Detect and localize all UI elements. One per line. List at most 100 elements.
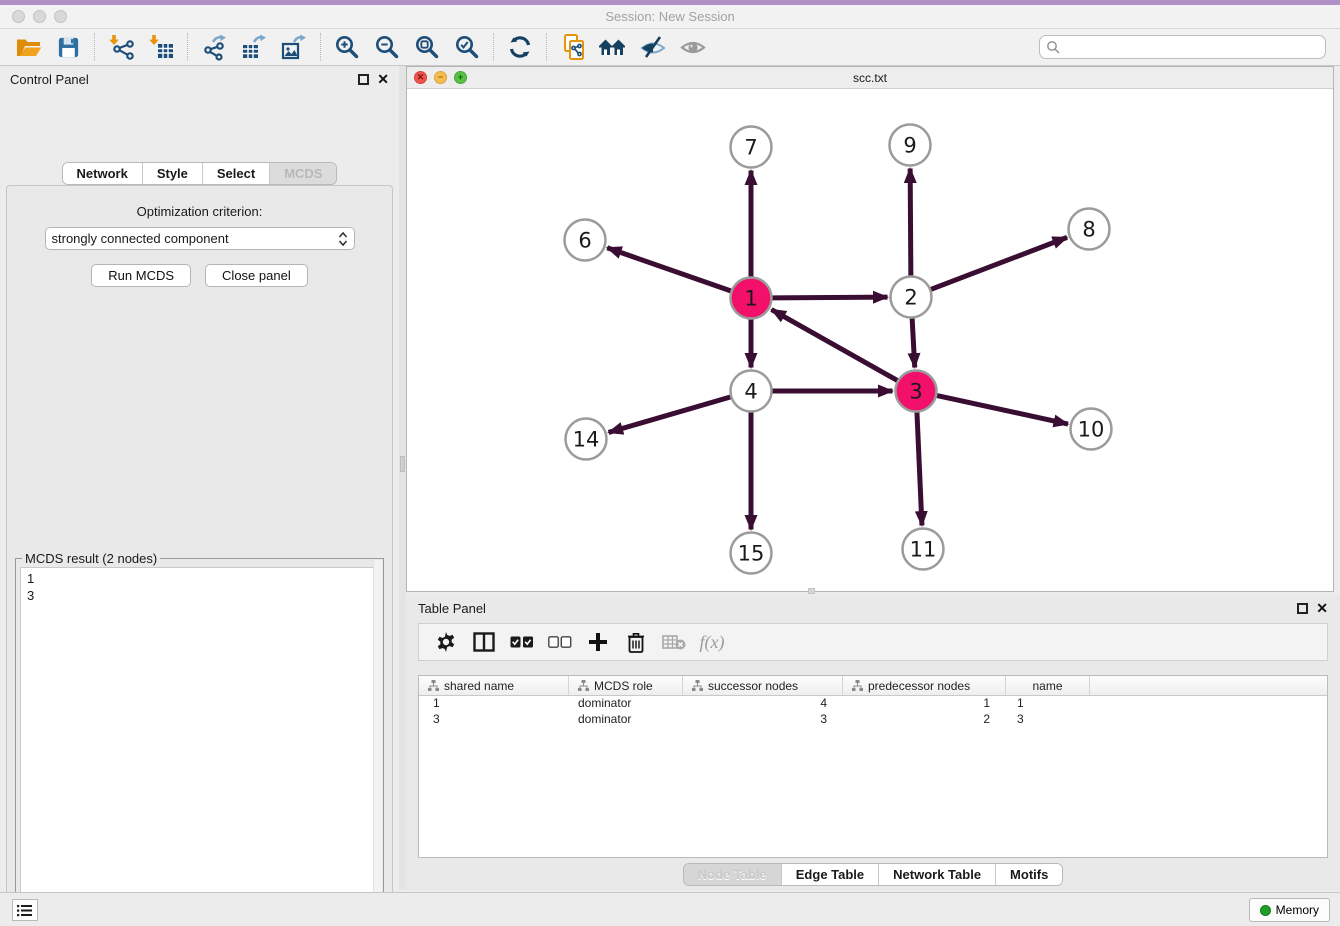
toolbar-separator [546,33,547,61]
float-panel-icon[interactable] [1297,603,1308,614]
export-table-icon [241,34,268,61]
checked-boxes-icon [510,636,534,648]
network-canvas[interactable]: 7968124314101511 [407,89,1333,591]
result-scrollbar[interactable] [373,560,382,926]
table-cell[interactable]: dominator [569,712,683,728]
mcds-result-box: MCDS result (2 nodes) 1 3 [15,558,384,926]
table-panel-title: Table Panel [418,601,1297,616]
tab-style[interactable]: Style [143,163,203,184]
zoom-in-button[interactable] [327,31,367,63]
tab-network[interactable]: Network [63,163,143,184]
run-mcds-button[interactable]: Run MCDS [91,264,191,287]
toolbar-separator [493,33,494,61]
table-cell[interactable]: 4 [683,696,843,712]
close-panel-button[interactable]: Close panel [205,264,308,287]
split-view-button[interactable] [467,627,501,657]
column-header-label: successor nodes [708,679,798,693]
close-panel-icon[interactable]: ✕ [377,74,389,85]
task-history-button[interactable] [12,899,38,921]
vertical-splitter[interactable] [399,66,406,890]
control-panel: Control Panel ✕ Network Style Select MCD… [0,66,399,890]
tab-network-table[interactable]: Network Table [879,864,996,885]
clear-selection-button[interactable] [543,627,577,657]
table-cell[interactable]: 3 [683,712,843,728]
column-header-predecessor-nodes[interactable]: predecessor nodes [843,676,1006,695]
search-input[interactable] [1061,37,1325,57]
column-header-name[interactable]: name [1006,676,1090,695]
edge-2-3[interactable] [912,318,915,367]
network-frame-titlebar[interactable]: ✕ − + scc.txt [407,67,1333,89]
edge-3-1[interactable] [771,310,897,381]
optimization-criterion-label: Optimization criterion: [7,204,392,219]
table-cell[interactable]: 1 [419,696,569,712]
import-network-button[interactable] [101,31,141,63]
tab-mcds[interactable]: MCDS [270,163,336,184]
node-label-10: 10 [1078,418,1105,442]
add-column-button[interactable] [581,627,615,657]
table-cell[interactable]: 1 [1006,696,1090,712]
network-frame-title: scc.txt [853,71,887,85]
table-cell[interactable]: 2 [843,712,1006,728]
edge-3-11[interactable] [917,412,922,525]
save-floppy-icon [56,35,81,60]
table-row[interactable]: 3dominator323 [419,712,1327,728]
tab-motifs[interactable]: Motifs [996,864,1062,885]
column-header-shared-name[interactable]: shared name [419,676,569,695]
edge-2-9[interactable] [910,168,911,275]
table-row[interactable]: 1dominator411 [419,696,1327,712]
column-header-MCDS-role[interactable]: MCDS role [569,676,683,695]
apply-layout-button[interactable] [500,31,540,63]
edge-1-6[interactable] [607,248,731,291]
import-table-button[interactable] [141,31,181,63]
graphics-details-button[interactable] [633,31,673,63]
zoom-window-button[interactable] [54,10,67,23]
table-panel: Table Panel ✕ f(x) shared [406,596,1340,890]
function-builder-button[interactable]: f(x) [695,627,729,657]
frame-minimize-icon[interactable]: − [434,71,447,84]
table-cell[interactable]: dominator [569,696,683,712]
export-image-button[interactable] [274,31,314,63]
memory-button[interactable]: Memory [1249,898,1330,922]
select-all-button[interactable] [505,627,539,657]
minimize-window-button[interactable] [33,10,46,23]
table-cell[interactable]: 3 [1006,712,1090,728]
frame-maximize-icon[interactable]: + [454,71,467,84]
edge-4-14[interactable] [609,397,731,432]
save-session-button[interactable] [48,31,88,63]
edge-1-2[interactable] [772,297,887,298]
column-header-successor-nodes[interactable]: successor nodes [683,676,843,695]
first-neighbors-button[interactable] [593,31,633,63]
export-table-button[interactable] [234,31,274,63]
edge-3-10[interactable] [937,396,1068,424]
close-panel-icon[interactable]: ✕ [1316,603,1328,614]
column-settings-button[interactable] [429,627,463,657]
float-panel-icon[interactable] [358,74,369,85]
mcds-result-text[interactable]: 1 3 [20,567,379,926]
open-session-button[interactable] [8,31,48,63]
delete-table-button[interactable] [657,627,691,657]
table-cell[interactable]: 3 [419,712,569,728]
import-table-icon [148,34,175,61]
frame-close-icon[interactable]: ✕ [414,71,427,84]
control-panel-tabs: Network Style Select MCDS [0,162,399,185]
tab-edge-table[interactable]: Edge Table [782,864,879,885]
horizontal-splitter-grip[interactable] [808,588,815,594]
close-window-button[interactable] [12,10,25,23]
delete-column-button[interactable] [619,627,653,657]
zoom-selected-button[interactable] [447,31,487,63]
column-type-icon [578,680,589,691]
zoom-out-button[interactable] [367,31,407,63]
edge-2-8[interactable] [931,237,1067,289]
search-box[interactable] [1039,35,1326,59]
birdseye-view-button[interactable] [673,31,713,63]
tab-select[interactable]: Select [203,163,270,184]
zoom-fit-button[interactable] [407,31,447,63]
criterion-select[interactable]: strongly connected component [45,227,355,250]
table-cell[interactable]: 1 [843,696,1006,712]
export-network-button[interactable] [194,31,234,63]
window-title: Session: New Session [0,9,1340,24]
network-graph[interactable]: 7968124314101511 [407,89,1333,591]
tab-node-table[interactable]: Node Table [684,864,782,885]
duplicate-network-button[interactable] [553,31,593,63]
splitter-grip[interactable] [400,456,405,472]
